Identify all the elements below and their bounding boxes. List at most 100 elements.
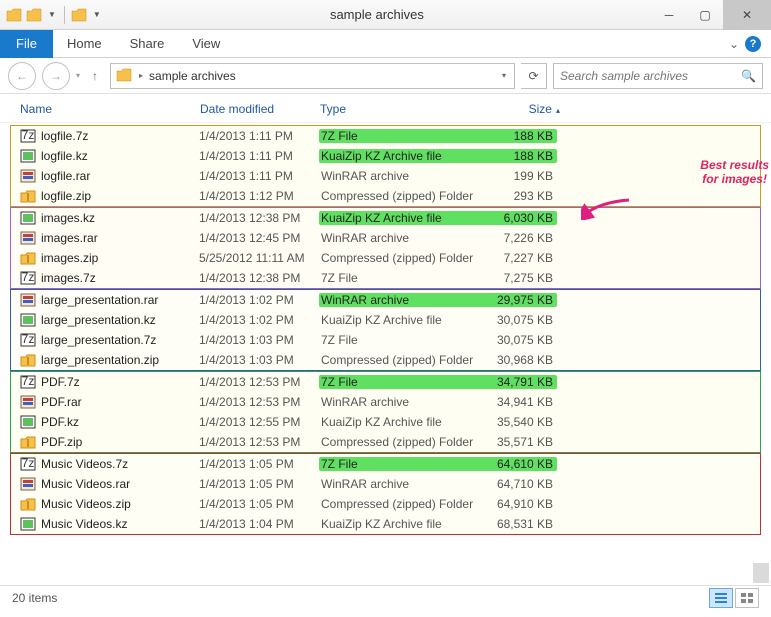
file-size: 64,910 KB [479,497,557,511]
kz-file-icon [19,210,37,226]
file-type: 7Z File [319,333,479,347]
file-size: 30,075 KB [479,333,557,347]
rar-file-icon [19,230,37,246]
qat-dropdown2-icon[interactable]: ▼ [91,10,103,19]
file-type: KuaiZip KZ Archive file [319,313,479,327]
maximize-button[interactable]: ▢ [687,0,723,30]
rar-file-icon [19,476,37,492]
file-row[interactable]: large_presentation.kz1/4/2013 1:02 PMKua… [11,310,760,330]
file-row[interactable]: PDF.rar1/4/2013 12:53 PMWinRAR archive34… [11,392,760,412]
file-row[interactable]: large_presentation.zip1/4/2013 1:03 PMCo… [11,350,760,370]
header-name[interactable]: Name [20,102,200,116]
file-row[interactable]: Music Videos.rar1/4/2013 1:05 PMWinRAR a… [11,474,760,494]
file-list: 7zlogfile.7z1/4/2013 1:11 PM7Z File188 K… [0,123,771,537]
file-date: 1/4/2013 12:55 PM [199,415,319,429]
folder-small-icon [6,7,22,23]
file-name: Music Videos.rar [41,477,199,491]
column-headers: Name Date modified Type Size▴ [0,94,771,123]
file-row[interactable]: images.zip5/25/2012 11:11 AMCompressed (… [11,248,760,268]
file-row[interactable]: large_presentation.rar1/4/2013 1:02 PMWi… [11,290,760,310]
breadcrumb-folder[interactable]: sample archives [149,69,236,83]
svg-text:7z: 7z [22,129,35,142]
search-input[interactable] [560,69,741,83]
file-type: KuaiZip KZ Archive file [319,211,479,225]
view-tab[interactable]: View [178,30,234,57]
zip-file-icon [19,352,37,368]
path-history-icon[interactable]: ▾ [498,71,510,80]
file-group: large_presentation.rar1/4/2013 1:02 PMWi… [10,289,761,371]
header-size[interactable]: Size▴ [480,102,560,116]
file-tab[interactable]: File [0,30,53,58]
7z-file-icon: 7z [19,270,37,286]
file-name: logfile.7z [41,129,199,143]
up-button[interactable]: ↑ [86,69,104,83]
zip-file-icon [19,434,37,450]
qat-dropdown-icon[interactable]: ▼ [46,10,58,19]
kz-file-icon [19,516,37,532]
callout-line1: Best results [700,158,769,172]
file-row[interactable]: PDF.zip1/4/2013 12:53 PMCompressed (zipp… [11,432,760,452]
file-row[interactable]: 7zPDF.7z1/4/2013 12:53 PM7Z File34,791 K… [11,372,760,392]
file-group: images.kz1/4/2013 12:38 PMKuaiZip KZ Arc… [10,207,761,289]
file-size: 188 KB [479,149,557,163]
file-row[interactable]: Music Videos.zip1/4/2013 1:05 PMCompress… [11,494,760,514]
kz-file-icon [19,148,37,164]
rar-file-icon [19,168,37,184]
search-icon[interactable]: 🔍 [741,69,756,83]
header-date[interactable]: Date modified [200,102,320,116]
file-type: WinRAR archive [319,395,479,409]
file-row[interactable]: logfile.zip1/4/2013 1:12 PMCompressed (z… [11,186,760,206]
share-tab[interactable]: Share [116,30,179,57]
help-icon[interactable]: ? [745,36,761,52]
scrollbar-thumb[interactable] [753,563,769,583]
details-view-button[interactable] [709,588,733,608]
file-row[interactable]: PDF.kz1/4/2013 12:55 PMKuaiZip KZ Archiv… [11,412,760,432]
file-date: 1/4/2013 1:12 PM [199,189,319,203]
status-bar: 20 items [0,585,771,609]
file-name: Music Videos.zip [41,497,199,511]
close-button[interactable]: ✕ [723,0,771,30]
file-row[interactable]: 7zlarge_presentation.7z1/4/2013 1:03 PM7… [11,330,760,350]
file-date: 1/4/2013 1:04 PM [199,517,319,531]
icons-view-button[interactable] [735,588,759,608]
forward-button[interactable]: → [42,62,70,90]
file-row[interactable]: images.rar1/4/2013 12:45 PMWinRAR archiv… [11,228,760,248]
file-size: 35,571 KB [479,435,557,449]
file-row[interactable]: 7zMusic Videos.7z1/4/2013 1:05 PM7Z File… [11,454,760,474]
file-row[interactable]: 7zlogfile.7z1/4/2013 1:11 PM7Z File188 K… [11,126,760,146]
file-name: PDF.kz [41,415,199,429]
file-name: large_presentation.zip [41,353,199,367]
minimize-button[interactable]: ─ [651,0,687,30]
breadcrumb-folder-icon [115,68,133,84]
file-date: 1/4/2013 12:53 PM [199,435,319,449]
rar-file-icon [19,292,37,308]
annotation-arrow-icon [581,196,631,220]
file-type: 7Z File [319,375,479,389]
breadcrumb[interactable]: ▸ sample archives ▾ [110,63,515,89]
file-row[interactable]: logfile.kz1/4/2013 1:11 PMKuaiZip KZ Arc… [11,146,760,166]
home-tab[interactable]: Home [53,30,116,57]
history-dropdown-icon[interactable]: ▾ [76,71,80,80]
file-row[interactable]: Music Videos.kz1/4/2013 1:04 PMKuaiZip K… [11,514,760,534]
header-type[interactable]: Type [320,102,480,116]
annotation-callout: Best results for images! [700,158,769,187]
file-group: 7zPDF.7z1/4/2013 12:53 PM7Z File34,791 K… [10,371,761,453]
zip-file-icon [19,250,37,266]
search-box[interactable]: 🔍 [553,63,763,89]
file-date: 1/4/2013 1:05 PM [199,497,319,511]
file-row[interactable]: logfile.rar1/4/2013 1:11 PMWinRAR archiv… [11,166,760,186]
file-row[interactable]: images.kz1/4/2013 12:38 PMKuaiZip KZ Arc… [11,208,760,228]
new-folder-icon[interactable] [26,7,42,23]
chevron-right-icon[interactable]: ▸ [137,71,145,80]
callout-line2: for images! [700,172,769,186]
expand-ribbon-icon[interactable]: ⌄ [729,37,739,51]
file-size: 34,941 KB [479,395,557,409]
open-folder-icon[interactable] [71,7,87,23]
item-count: 20 items [12,591,57,605]
file-size: 64,710 KB [479,477,557,491]
file-name: PDF.7z [41,375,199,389]
refresh-button[interactable]: ⟳ [521,63,547,89]
back-button[interactable]: ← [8,62,36,90]
file-name: images.zip [41,251,199,265]
file-row[interactable]: 7zimages.7z1/4/2013 12:38 PM7Z File7,275… [11,268,760,288]
